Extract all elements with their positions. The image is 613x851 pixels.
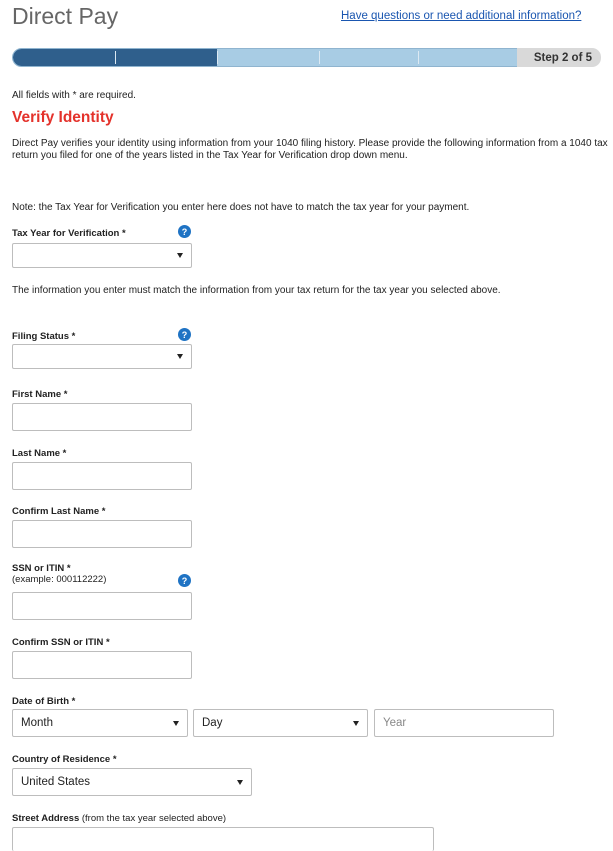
chevron-down-icon (177, 354, 183, 359)
match-note: The information you enter must match the… (12, 285, 501, 296)
street-address-input[interactable] (12, 827, 434, 851)
section-title: Verify Identity (12, 109, 114, 126)
progress-divider (115, 51, 116, 64)
progress-divider (418, 51, 419, 64)
dob-month-value: Month (21, 717, 53, 729)
progress-divider (217, 51, 218, 64)
help-icon[interactable]: ? (178, 328, 191, 341)
first-name-label: First Name * (12, 389, 68, 400)
dob-label: Date of Birth * (12, 696, 76, 707)
intro-text: Direct Pay verifies your identity using … (12, 138, 608, 161)
confirm-last-name-input[interactable] (12, 520, 192, 548)
confirm-ssn-input[interactable] (12, 651, 192, 679)
step-indicator: Step 2 of 5 (517, 48, 601, 67)
last-name-input[interactable] (12, 462, 192, 490)
chevron-down-icon (353, 720, 359, 726)
country-label: Country of Residence * (12, 754, 117, 765)
confirm-last-name-label: Confirm Last Name * (12, 506, 106, 517)
filing-status-select[interactable] (12, 344, 192, 369)
confirm-ssn-label: Confirm SSN or ITIN * (12, 637, 110, 648)
street-address-label: Street Address (from the tax year select… (12, 813, 226, 824)
country-value: United States (21, 776, 91, 788)
dob-month-select[interactable]: Month (12, 709, 188, 737)
help-icon[interactable]: ? (178, 225, 191, 238)
required-note: All fields with * are required. (12, 90, 136, 101)
tax-year-select[interactable] (12, 243, 192, 268)
help-icon[interactable]: ? (178, 574, 191, 587)
dob-day-select[interactable]: Day (193, 709, 368, 737)
dob-year-input[interactable]: Year (374, 709, 554, 737)
help-link[interactable]: Have questions or need additional inform… (341, 10, 581, 22)
dob-year-placeholder: Year (383, 717, 407, 729)
chevron-down-icon (173, 720, 179, 726)
last-name-label: Last Name * (12, 448, 67, 459)
street-address-label-hint: (from the tax year selected above) (79, 813, 227, 824)
first-name-input[interactable] (12, 403, 192, 431)
chevron-down-icon (237, 779, 243, 785)
street-address-label-main: Street Address (12, 813, 80, 824)
filing-status-label: Filing Status * (12, 331, 76, 342)
country-select[interactable]: United States (12, 768, 252, 796)
progress-bar (12, 48, 520, 67)
progress-divider (319, 51, 320, 64)
dob-day-value: Day (202, 717, 223, 729)
page-title: Direct Pay (12, 3, 119, 29)
verification-note: Note: the Tax Year for Verification you … (12, 202, 470, 213)
ssn-example: (example: 000112222) (12, 574, 107, 585)
tax-year-label: Tax Year for Verification * (12, 228, 126, 239)
ssn-input[interactable] (12, 592, 192, 620)
ssn-label: SSN or ITIN * (12, 563, 71, 574)
chevron-down-icon (177, 253, 183, 258)
